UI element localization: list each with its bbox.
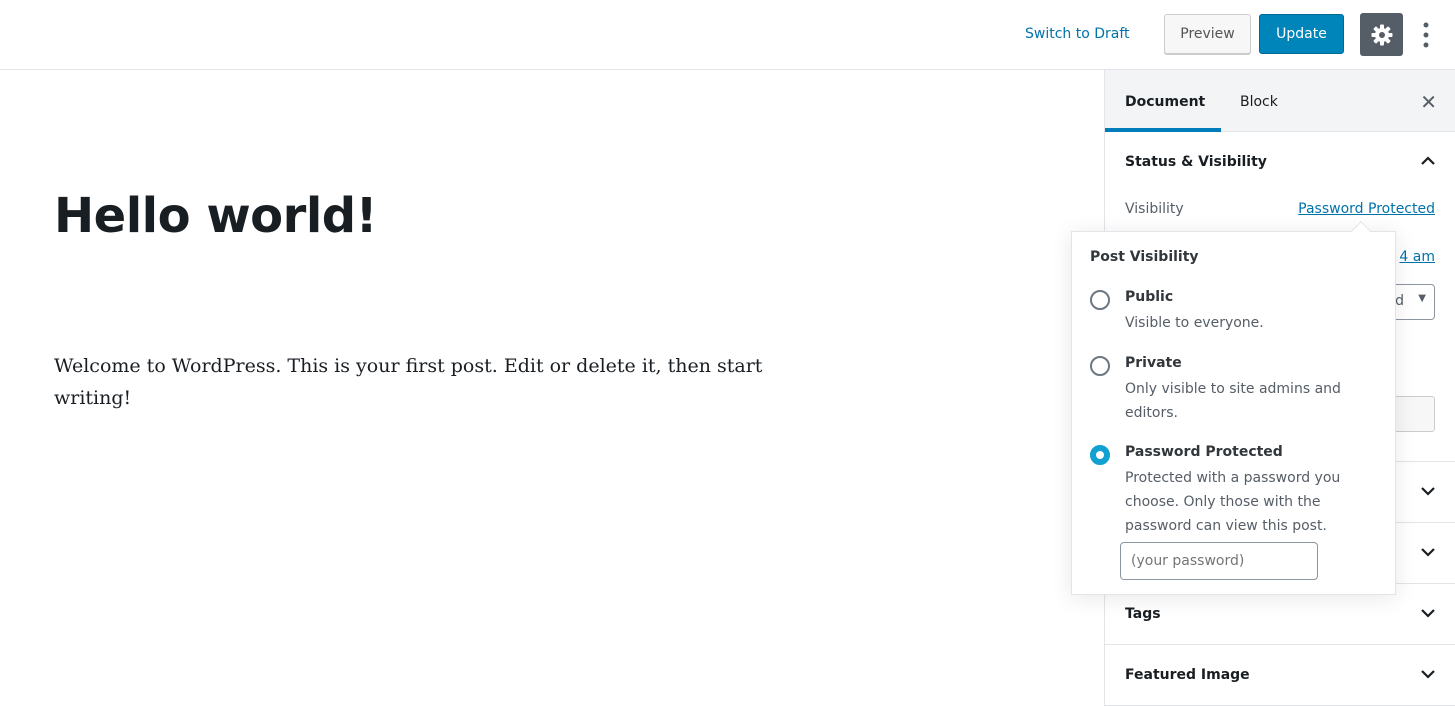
vertical-ellipsis-icon[interactable] <box>1416 20 1436 50</box>
sidebar-tabs: Document Block ✕ <box>1105 70 1455 132</box>
panel-title[interactable]: Status & Visibility <box>1105 132 1455 192</box>
radio-private[interactable] <box>1090 356 1110 376</box>
chevron-down-icon[interactable] <box>1419 482 1437 500</box>
close-icon[interactable]: ✕ <box>1420 90 1437 114</box>
tab-document[interactable]: Document <box>1105 70 1221 132</box>
option-label: Private <box>1125 355 1182 371</box>
radio-public[interactable] <box>1090 290 1110 310</box>
top-toolbar: Switch to Draft Preview Update <box>0 0 1455 70</box>
visibility-label: Visibility <box>1125 201 1184 217</box>
password-input[interactable] <box>1120 542 1318 580</box>
dropdown-arrow-icon: ▼ <box>1418 293 1426 304</box>
option-label: Password Protected <box>1125 444 1283 460</box>
chevron-down-icon[interactable] <box>1419 543 1437 561</box>
visibility-toggle[interactable]: Password Protected <box>1298 201 1435 217</box>
settings-button[interactable] <box>1360 13 1403 56</box>
update-button[interactable]: Update <box>1259 14 1344 54</box>
popover-title: Post Visibility <box>1090 249 1199 265</box>
option-description: Visible to everyone. <box>1125 315 1264 331</box>
gear-icon <box>1371 24 1392 45</box>
publish-date-toggle[interactable]: 4 am <box>1399 249 1435 265</box>
chevron-up-icon[interactable] <box>1419 152 1437 170</box>
option-description: Protected with a password you choose. On… <box>1125 470 1341 534</box>
panel-title: Featured Image <box>1125 667 1250 683</box>
option-label: Public <box>1125 289 1174 305</box>
switch-to-draft-button[interactable]: Switch to Draft <box>1025 26 1130 42</box>
preview-button[interactable]: Preview <box>1164 14 1251 54</box>
chevron-down-icon[interactable] <box>1419 604 1437 622</box>
post-title[interactable]: Hello world! <box>54 188 378 244</box>
option-description: Only visible to site admins and editors. <box>1125 381 1341 421</box>
select-value: d <box>1395 293 1404 309</box>
radio-password-protected[interactable] <box>1090 445 1110 465</box>
post-visibility-popover: Post Visibility Public Visible to everyo… <box>1071 221 1396 595</box>
chevron-down-icon[interactable] <box>1419 665 1437 683</box>
paragraph-block[interactable]: Welcome to WordPress. This is your first… <box>54 350 794 414</box>
featured-image-panel[interactable]: Featured Image <box>1105 645 1455 706</box>
tab-block[interactable]: Block <box>1220 70 1298 132</box>
